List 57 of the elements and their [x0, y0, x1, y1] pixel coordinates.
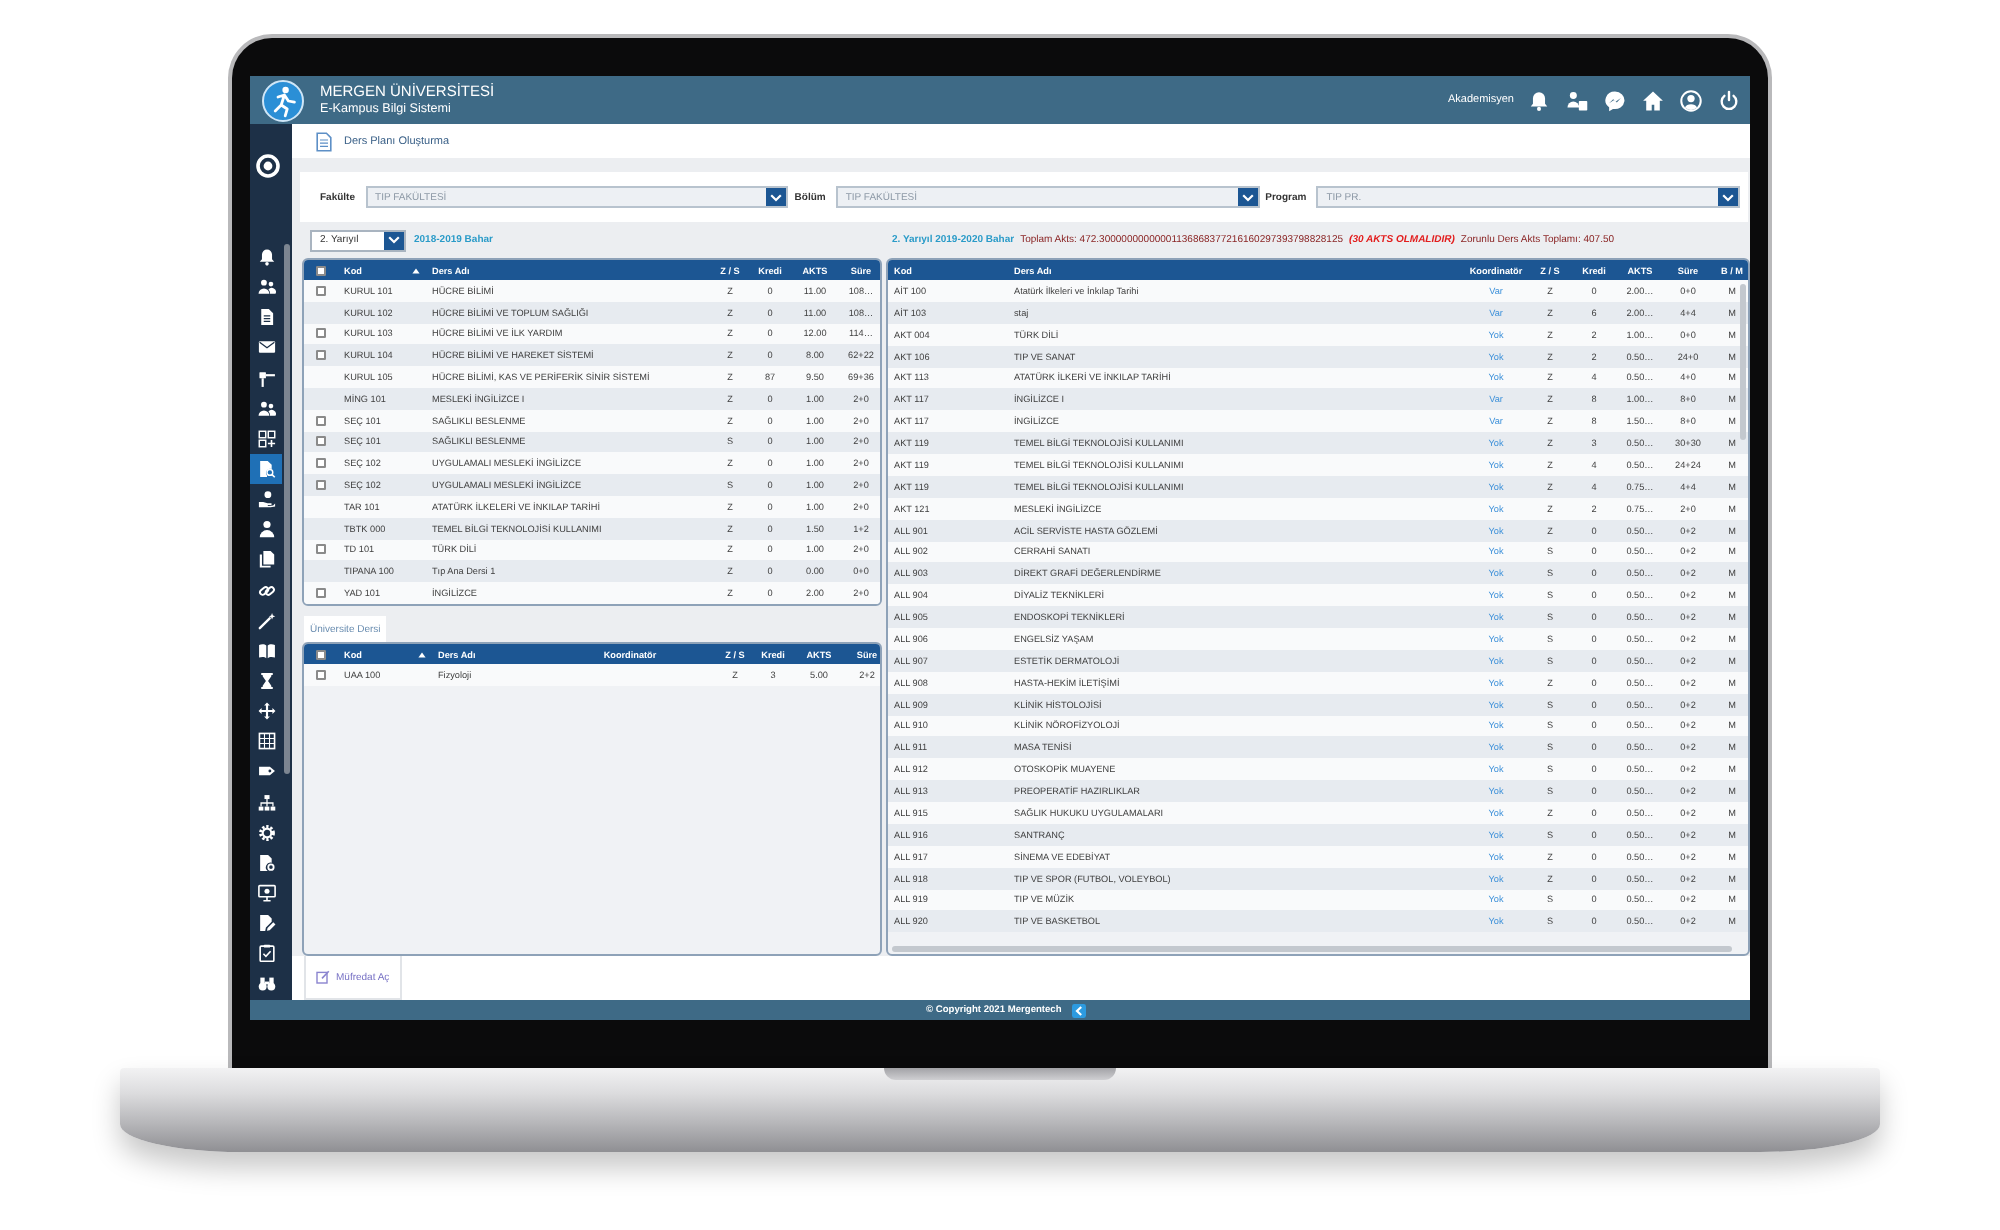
monitor-icon — [257, 884, 275, 903]
logo-icon — [262, 79, 304, 121]
chevron-down-icon — [388, 236, 400, 244]
checkbox[interactable] — [316, 350, 326, 361]
checkbox[interactable] — [316, 670, 326, 680]
scrollbar[interactable] — [284, 244, 290, 774]
bell-icon[interactable] — [1528, 89, 1550, 111]
user-icon[interactable] — [1680, 89, 1702, 111]
document-icon — [316, 131, 332, 151]
chevron-down-icon — [770, 193, 783, 201]
file-search-icon — [257, 460, 275, 479]
table-icon — [257, 732, 275, 751]
clipboard-icon — [257, 944, 275, 963]
checkbox[interactable] — [316, 328, 326, 339]
file-gear-icon — [257, 853, 275, 872]
power-icon[interactable] — [1718, 89, 1740, 111]
chevron-icon — [1071, 1003, 1086, 1017]
ring-icon[interactable] — [256, 154, 280, 178]
file-edit-icon — [257, 914, 275, 933]
binoculars-icon — [257, 974, 275, 993]
chevron-down-icon — [1241, 193, 1254, 201]
scrollbar[interactable] — [1740, 284, 1746, 440]
checkbox[interactable] — [316, 415, 326, 426]
checkbox[interactable] — [316, 436, 326, 447]
chat-icon[interactable] — [1604, 89, 1626, 111]
hand-icon — [257, 490, 275, 509]
link-icon — [257, 581, 275, 600]
wand-icon — [257, 611, 275, 630]
dropdown-button[interactable] — [384, 231, 404, 249]
checkbox[interactable] — [316, 458, 326, 469]
sitemap-icon — [257, 793, 275, 812]
bell-icon — [257, 248, 275, 267]
gear-icon — [257, 823, 275, 842]
scrollbar[interactable] — [892, 946, 1732, 952]
files-icon — [257, 550, 275, 569]
apps-icon — [257, 429, 275, 448]
chevron-down-icon — [1721, 193, 1734, 201]
document-icon — [257, 308, 275, 327]
checkbox[interactable] — [316, 649, 326, 659]
move-icon — [257, 702, 275, 721]
sidebar-item[interactable] — [250, 453, 282, 485]
hammer-icon — [257, 369, 275, 388]
people-icon — [257, 278, 275, 297]
checkbox[interactable] — [316, 588, 326, 599]
hourglass-icon — [257, 672, 275, 691]
checkbox[interactable] — [316, 285, 326, 296]
people-icon — [257, 399, 275, 418]
checkbox[interactable] — [316, 544, 326, 555]
tag-icon — [257, 762, 275, 781]
checkbox[interactable] — [316, 265, 326, 275]
user-card-icon[interactable] — [1566, 89, 1588, 111]
checkbox[interactable] — [316, 480, 326, 491]
envelope-icon — [257, 338, 275, 357]
user-icon — [257, 520, 275, 539]
home-icon[interactable] — [1642, 89, 1664, 111]
book-icon — [257, 641, 275, 660]
edit-icon — [316, 970, 330, 984]
